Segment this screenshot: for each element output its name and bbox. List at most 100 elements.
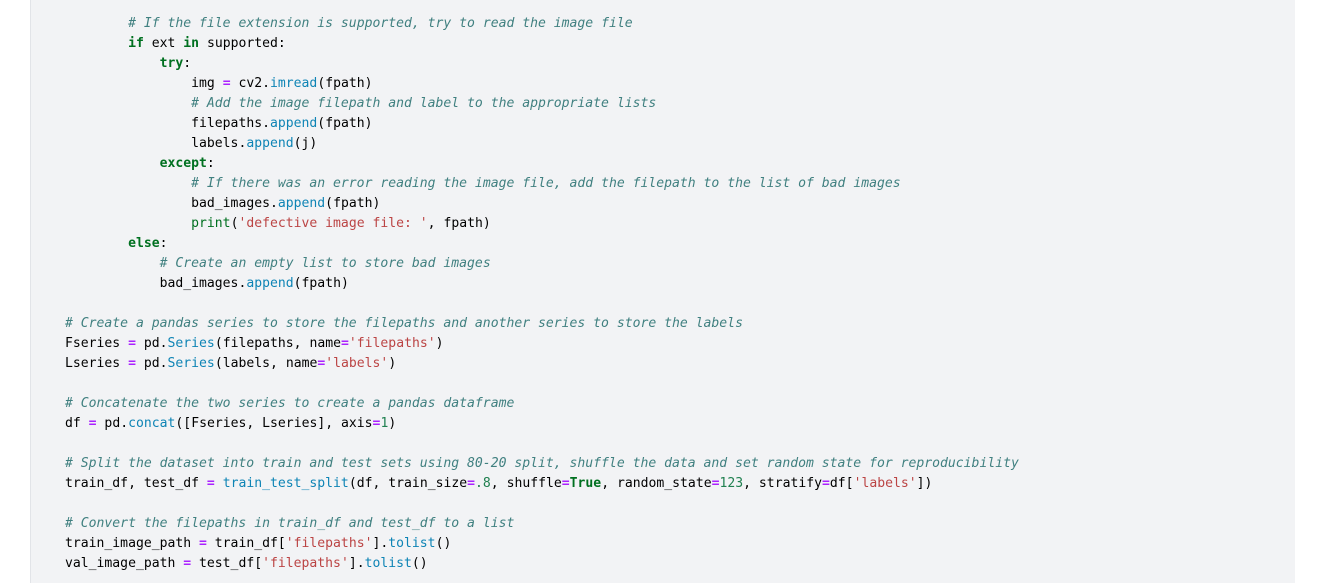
code-token-nam: supported xyxy=(199,36,278,51)
code-token-nam: train_df xyxy=(207,536,278,551)
code-token-punc: [ xyxy=(278,536,286,551)
code-token-nam: cv2. xyxy=(231,76,270,91)
code-token-punc: ) xyxy=(365,76,373,91)
code-token-fn: append xyxy=(278,196,325,211)
code-token-punc: ) xyxy=(436,336,444,351)
code-indent xyxy=(65,76,191,91)
code-token-com: # If the file extension is supported, tr… xyxy=(128,16,633,31)
code-token-com: # Create a pandas series to store the fi… xyxy=(65,316,743,331)
code-token-nam: ext xyxy=(144,36,183,51)
code-token-nam: fpath xyxy=(325,116,364,131)
code-line: # If there was an error reading the imag… xyxy=(65,174,1295,194)
code-token-str: 'labels' xyxy=(854,476,917,491)
code-token-kw: try xyxy=(160,56,184,71)
code-line: # Create an empty list to store bad imag… xyxy=(65,254,1295,274)
code-token-punc: , xyxy=(246,416,262,431)
code-line: filepaths.append(fpath) xyxy=(65,114,1295,134)
code-line: print('defective image file: ', fpath) xyxy=(65,214,1295,234)
code-line: try: xyxy=(65,54,1295,74)
code-token-punc: ]. xyxy=(349,556,365,571)
code-line: Lseries = pd.Series(labels, name='labels… xyxy=(65,354,1295,374)
code-token-nam: pd. xyxy=(136,356,168,371)
code-token-punc: ( xyxy=(317,116,325,131)
code-token-com: # Convert the filepaths in train_df and … xyxy=(65,516,514,531)
code-token-op: = xyxy=(341,336,349,351)
code-token-nam: labels xyxy=(223,356,270,371)
code-token-punc: ) xyxy=(365,116,373,131)
code-line: # Create a pandas series to store the fi… xyxy=(65,314,1295,334)
code-token-com: # Split the dataset into train and test … xyxy=(65,456,1019,471)
code-token-nam: img xyxy=(191,76,223,91)
code-token-nam: df xyxy=(357,476,373,491)
code-line: bad_images.append(fpath) xyxy=(65,194,1295,214)
code-token-op: = xyxy=(183,556,191,571)
code-token-fn: tolist xyxy=(388,536,435,551)
code-line: Fseries = pd.Series(filepaths, name='fil… xyxy=(65,334,1295,354)
code-token-fn: Series xyxy=(168,336,215,351)
code-line: else: xyxy=(65,234,1295,254)
code-token-punc: ) xyxy=(372,196,380,211)
code-token-fn: concat xyxy=(128,416,175,431)
code-token-nam: train_image_path xyxy=(65,536,199,551)
code-token-punc: [ xyxy=(846,476,854,491)
code-line: train_df, test_df = train_test_split(df,… xyxy=(65,474,1295,494)
code-token-kw: True xyxy=(570,476,602,491)
code-line: df = pd.concat([Fseries, Lseries], axis=… xyxy=(65,414,1295,434)
code-token-fn: append xyxy=(246,136,293,151)
code-indent xyxy=(65,256,160,271)
code-token-op: = xyxy=(128,356,136,371)
code-token-punc: ) xyxy=(309,136,317,151)
code-token-kw: else xyxy=(128,236,160,251)
code-token-fn: Series xyxy=(168,356,215,371)
code-line: img = cv2.imread(fpath) xyxy=(65,74,1295,94)
code-line: # Add the image filepath and label to th… xyxy=(65,94,1295,114)
code-token-punc: ( xyxy=(294,136,302,151)
code-token-kw: except xyxy=(160,156,207,171)
code-token-nam: name xyxy=(309,336,341,351)
code-token-fn: imread xyxy=(270,76,317,91)
code-editor-area[interactable]: # If the file extension is supported, tr… xyxy=(65,0,1295,583)
code-token-punc: : xyxy=(278,36,286,51)
code-token-nam: bad_images. xyxy=(160,276,247,291)
code-token-kw: if xyxy=(128,36,144,51)
code-token-punc: ( xyxy=(294,276,302,291)
code-token-punc: , xyxy=(491,476,507,491)
code-token-nam: fpath xyxy=(443,216,482,231)
code-line: except: xyxy=(65,154,1295,174)
code-token-nam: Fseries xyxy=(65,336,128,351)
code-token-punc: () xyxy=(436,536,452,551)
code-token-nam: filepaths xyxy=(223,336,294,351)
code-token-nam: stratify xyxy=(759,476,822,491)
code-token-punc: ]) xyxy=(917,476,933,491)
code-token-op: = xyxy=(199,536,207,551)
code-token-str: 'filepaths' xyxy=(286,536,373,551)
code-indent xyxy=(65,196,191,211)
code-token-com: # Add the image filepath and label to th… xyxy=(191,96,656,111)
code-indent xyxy=(65,276,160,291)
code-indent xyxy=(65,56,160,71)
code-indent xyxy=(65,36,128,51)
code-token-punc: : xyxy=(207,156,215,171)
code-line: # Split the dataset into train and test … xyxy=(65,454,1295,474)
code-token-op: = xyxy=(467,476,475,491)
code-token-nam: fpath xyxy=(302,276,341,291)
code-token-fn: append xyxy=(246,276,293,291)
code-token-punc: ) xyxy=(341,276,349,291)
code-indent xyxy=(65,96,191,111)
code-token-fn: append xyxy=(270,116,317,131)
code-token-op: = xyxy=(128,336,136,351)
notebook-code-cell[interactable]: # If the file extension is supported, tr… xyxy=(30,0,1295,583)
code-token-num: 123 xyxy=(719,476,743,491)
code-line: train_image_path = train_df['filepaths']… xyxy=(65,534,1295,554)
code-token-nam: axis xyxy=(341,416,373,431)
code-token-nam: fpath xyxy=(333,196,372,211)
code-token-punc: () xyxy=(412,556,428,571)
code-line: if ext in supported: xyxy=(65,34,1295,54)
code-token-punc: , xyxy=(373,476,389,491)
code-token-nam xyxy=(215,476,223,491)
code-indent xyxy=(65,236,128,251)
code-token-kw: in xyxy=(183,36,199,51)
code-token-punc: ) xyxy=(483,216,491,231)
code-indent xyxy=(65,216,191,231)
code-token-nam: shuffle xyxy=(507,476,562,491)
